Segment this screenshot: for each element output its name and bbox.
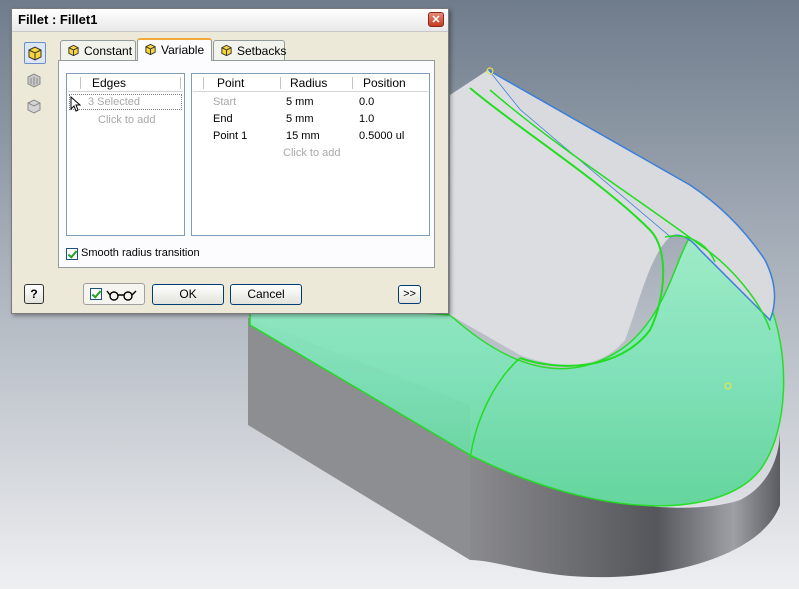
edges-header: Edges bbox=[92, 76, 127, 90]
points-list[interactable]: Point Radius Position Start 5 mm 0.0 End… bbox=[191, 73, 430, 236]
cancel-button[interactable]: Cancel bbox=[230, 284, 302, 305]
ok-button[interactable]: OK bbox=[152, 284, 224, 305]
tab-setbacks[interactable]: Setbacks bbox=[213, 40, 287, 60]
position-cell[interactable]: 0.0 bbox=[359, 96, 374, 108]
edges-list[interactable]: Edges 3 Selected Click to add bbox=[66, 73, 185, 236]
help-button[interactable]: ? bbox=[24, 284, 44, 304]
mouse-cursor-icon bbox=[70, 96, 81, 112]
tab-label: Setbacks bbox=[237, 44, 287, 58]
header-separator bbox=[352, 77, 353, 89]
cube-icon bbox=[221, 44, 232, 57]
full-round-fillet-icon bbox=[27, 99, 41, 114]
cube-icon bbox=[68, 44, 79, 57]
header-separator bbox=[80, 77, 81, 89]
point-cell: Point 1 bbox=[213, 130, 248, 142]
point-cell: End bbox=[213, 113, 233, 125]
position-cell[interactable]: 1.0 bbox=[359, 113, 374, 125]
tab-constant[interactable]: Constant bbox=[60, 40, 136, 60]
header-separator bbox=[180, 77, 181, 89]
table-row[interactable]: Start 5 mm 0.0 bbox=[193, 94, 428, 111]
radius-cell[interactable]: 5 mm bbox=[286, 96, 314, 108]
face-fillet-button[interactable] bbox=[24, 69, 46, 91]
click-to-add-label: Click to add bbox=[98, 114, 156, 126]
edges-list-header: Edges bbox=[68, 75, 183, 92]
table-row[interactable]: Point 1 15 mm 0.5000 ul bbox=[193, 128, 428, 145]
tab-label: Constant bbox=[84, 44, 133, 58]
edges-selected-row[interactable]: 3 Selected bbox=[69, 94, 182, 110]
close-icon: ✕ bbox=[431, 14, 441, 26]
preview-checkbox[interactable] bbox=[90, 288, 102, 300]
cube-icon bbox=[145, 43, 156, 56]
position-cell[interactable]: 0.5000 ul bbox=[359, 130, 404, 142]
point-header: Point bbox=[217, 76, 245, 90]
radius-header: Radius bbox=[290, 76, 328, 90]
smooth-radius-checkbox[interactable] bbox=[66, 248, 78, 260]
points-click-to-add[interactable]: Click to add bbox=[193, 145, 428, 162]
radius-cell[interactable]: 15 mm bbox=[286, 130, 320, 142]
edge-fillet-button[interactable] bbox=[24, 42, 46, 64]
help-icon: ? bbox=[30, 287, 38, 301]
dialog-title: Fillet : Fillet1 bbox=[18, 12, 98, 27]
points-list-header: Point Radius Position bbox=[193, 75, 428, 92]
more-button[interactable]: >> bbox=[398, 285, 421, 304]
tab-variable[interactable]: Variable bbox=[137, 38, 212, 61]
edges-click-to-add[interactable]: Click to add bbox=[69, 112, 182, 129]
face-fillet-icon bbox=[27, 73, 41, 88]
position-header: Position bbox=[363, 76, 406, 90]
click-to-add-label: Click to add bbox=[283, 147, 341, 159]
fillet-dialog: Fillet : Fillet1 ✕ Constant Variable Set… bbox=[11, 8, 449, 314]
variable-tab-panel: Edges 3 Selected Click to add Point Radi… bbox=[58, 60, 435, 268]
header-separator bbox=[280, 77, 281, 89]
edge-fillet-icon bbox=[28, 46, 42, 61]
glasses-icon bbox=[106, 290, 137, 301]
preview-toggle[interactable] bbox=[83, 283, 145, 305]
header-separator bbox=[203, 77, 204, 89]
tab-label: Variable bbox=[161, 43, 205, 57]
point-cell: Start bbox=[213, 96, 237, 108]
smooth-radius-label: Smooth radius transition bbox=[81, 247, 200, 259]
full-round-fillet-button[interactable] bbox=[24, 95, 46, 117]
close-button[interactable]: ✕ bbox=[428, 12, 444, 27]
dialog-titlebar[interactable]: Fillet : Fillet1 ✕ bbox=[12, 9, 448, 32]
edges-selected: 3 Selected bbox=[88, 96, 140, 108]
radius-cell[interactable]: 5 mm bbox=[286, 113, 314, 125]
table-row[interactable]: End 5 mm 1.0 bbox=[193, 111, 428, 128]
